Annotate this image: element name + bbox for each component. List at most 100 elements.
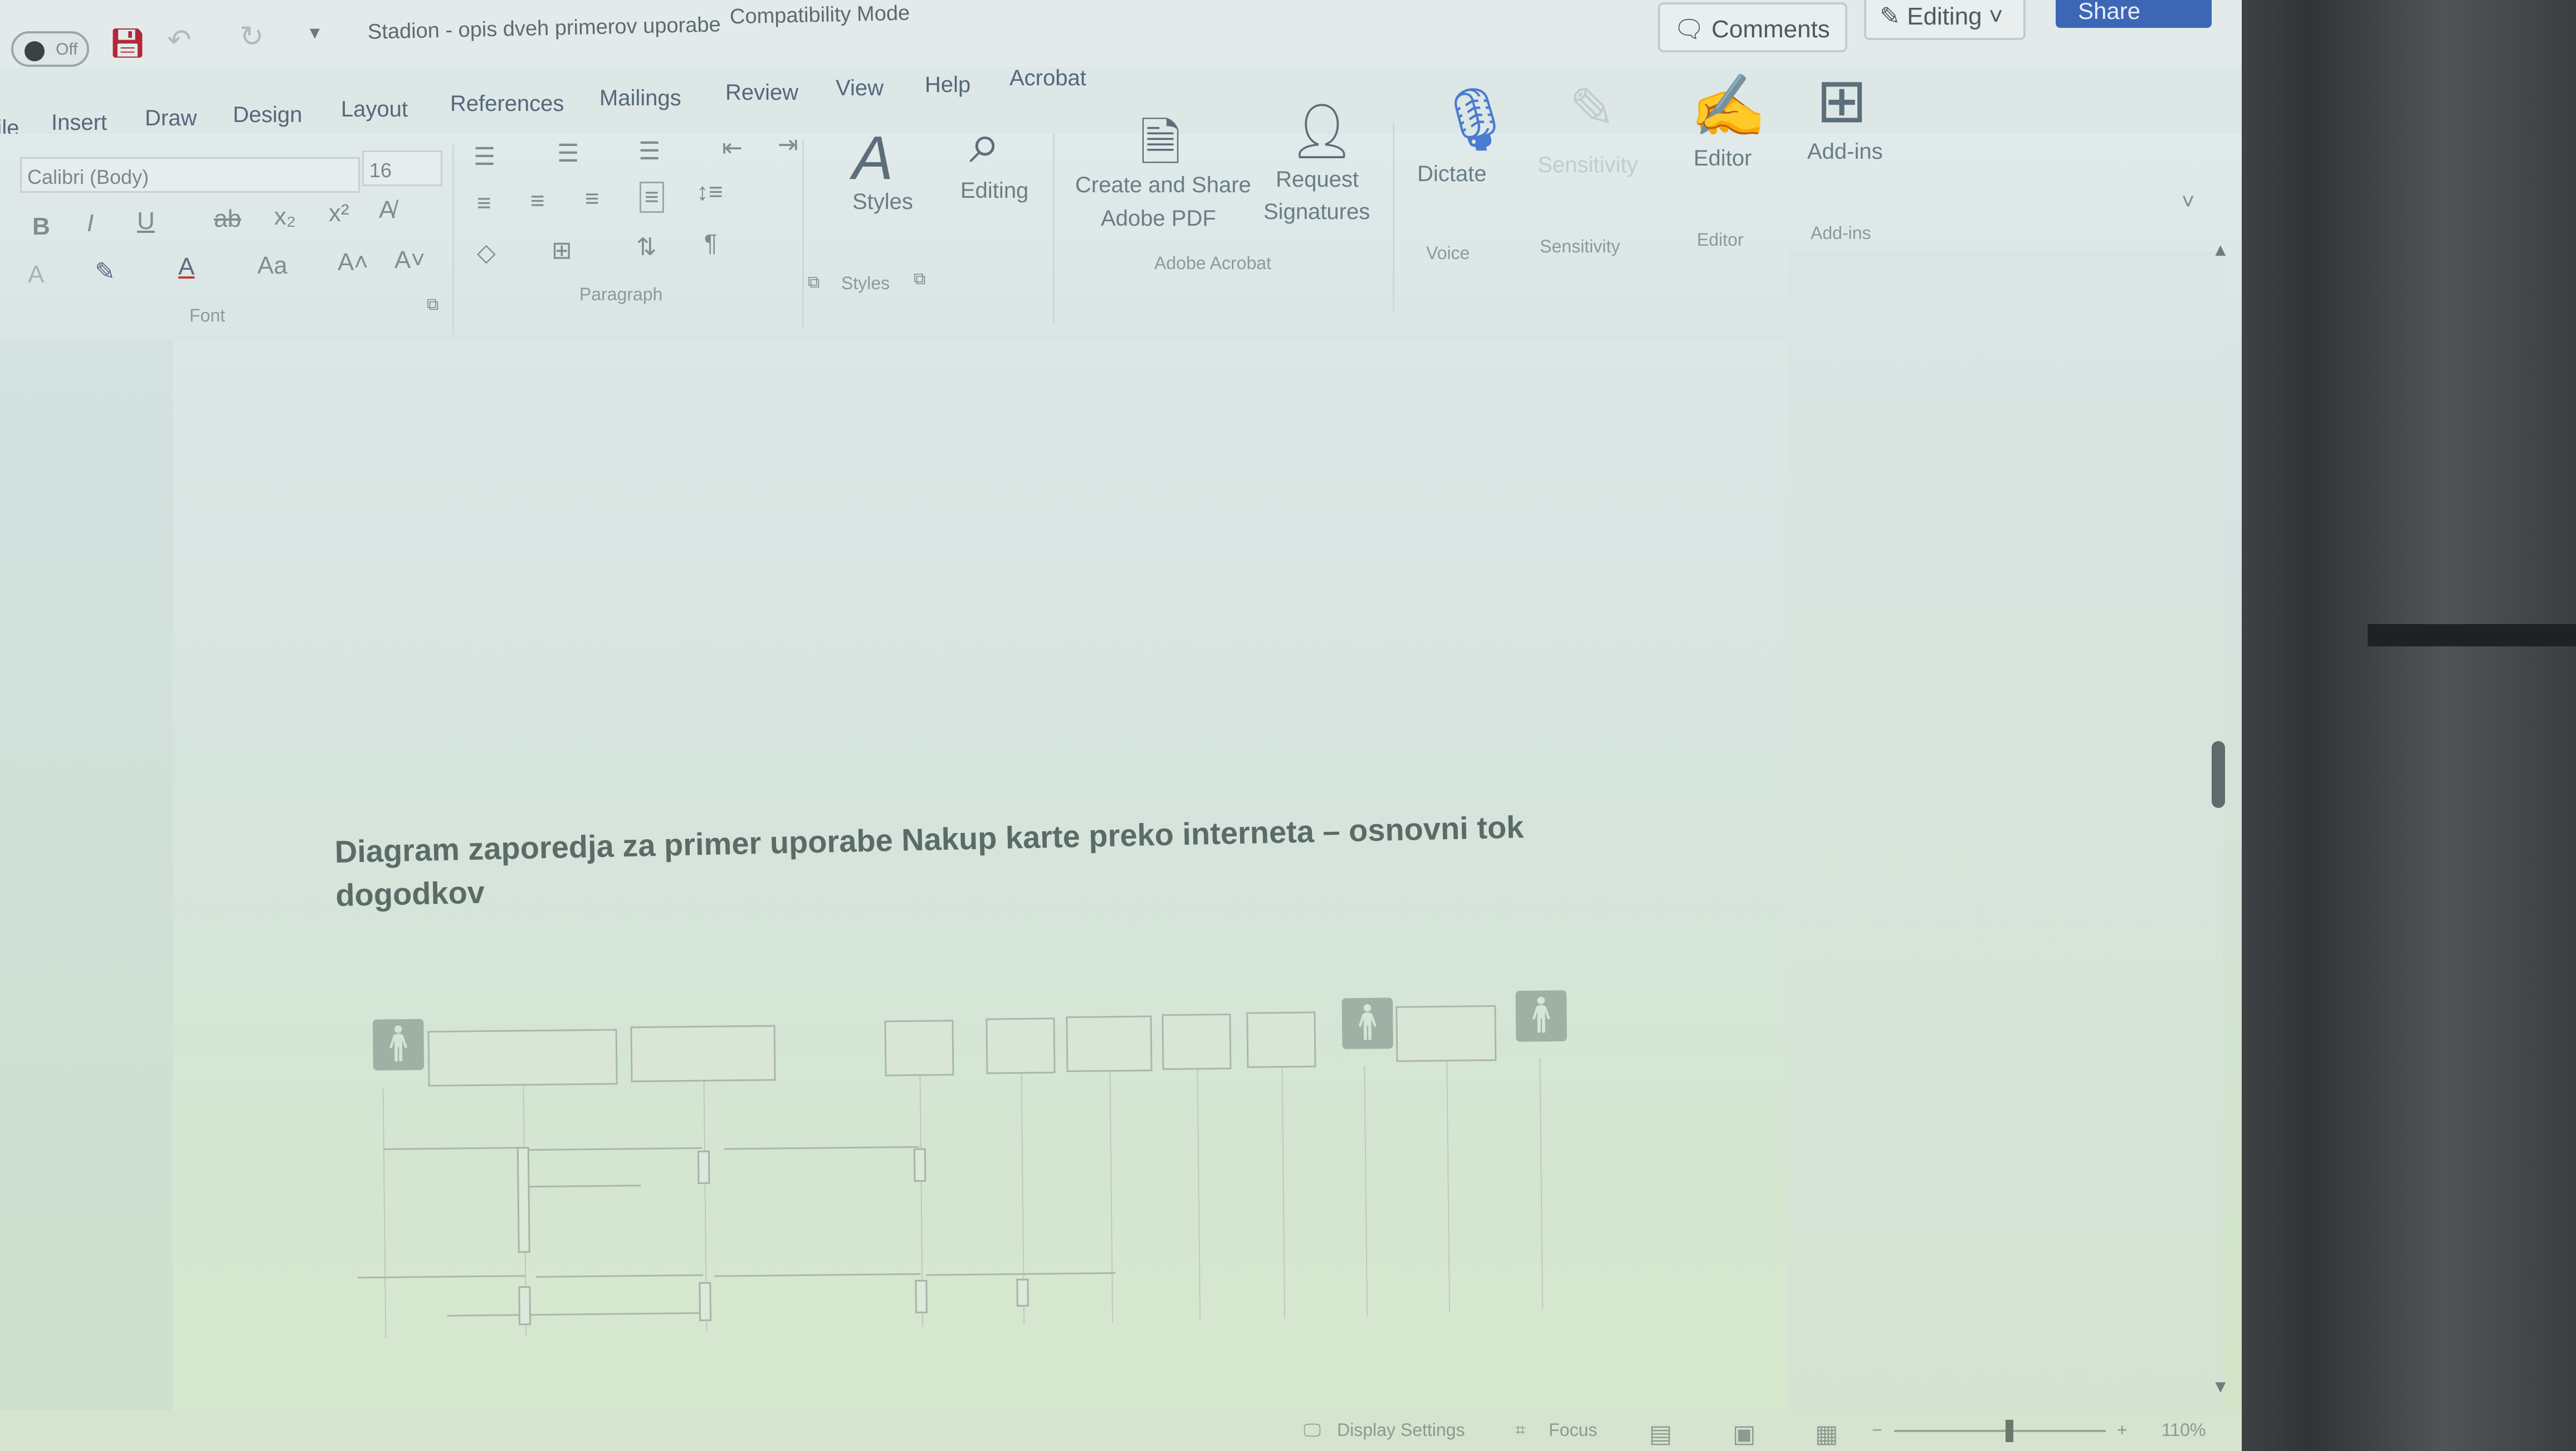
save-icon[interactable]: 💾︎: [109, 29, 146, 58]
align-center-icon[interactable]: ≡: [530, 187, 545, 215]
create-share-label-2[interactable]: Adobe PDF: [1101, 206, 1216, 231]
tab-view[interactable]: View: [836, 76, 884, 101]
scroll-down-icon[interactable]: ▼: [2212, 1376, 2229, 1397]
ribbon-collapse-chevron-icon[interactable]: ˅: [2182, 189, 2194, 215]
activation-bar: [1016, 1278, 1029, 1307]
separator: [1053, 134, 1055, 323]
vertical-scrollbar[interactable]: ▲ ▼: [2206, 240, 2234, 1421]
font-dialog-launcher-icon[interactable]: ⧉: [427, 295, 438, 314]
font-name-box[interactable]: Calibri (Body): [20, 157, 360, 193]
message-arrow: [529, 1185, 641, 1188]
tab-insert[interactable]: Insert: [51, 110, 107, 135]
bullets-icon[interactable]: ☰: [474, 143, 495, 171]
borders-icon[interactable]: ⊞: [552, 236, 572, 265]
styles-icon[interactable]: A: [852, 123, 893, 193]
sort-icon[interactable]: ⇅: [636, 233, 657, 261]
font-size-box[interactable]: 16: [362, 150, 442, 186]
editor-button-label[interactable]: Editor: [1694, 146, 1752, 171]
read-mode-icon[interactable]: ▤: [1649, 1420, 1672, 1448]
scroll-up-icon[interactable]: ▲: [2212, 240, 2229, 260]
message-arrow: [447, 1312, 704, 1317]
separator: [802, 139, 804, 329]
grow-font-icon[interactable]: A˄: [338, 249, 368, 276]
tab-design[interactable]: Design: [233, 103, 303, 128]
align-left-icon[interactable]: ≡: [477, 189, 491, 217]
shading-icon[interactable]: ◇: [477, 238, 496, 267]
tab-layout[interactable]: Layout: [341, 97, 408, 122]
word-window: Off 💾︎ ↶ ↻ ▾ Stadion - opis dveh primero…: [0, 0, 2242, 1451]
share-button[interactable]: Share: [2056, 0, 2212, 28]
web-layout-icon[interactable]: ▦: [1815, 1420, 1838, 1448]
numbering-icon[interactable]: ☰: [557, 139, 579, 168]
line-spacing-icon[interactable]: ↕≡: [696, 178, 723, 206]
add-ins-icon[interactable]: ⊞: [1816, 65, 1867, 136]
redo-icon[interactable]: ↻: [240, 22, 264, 51]
customize-qat-icon[interactable]: ▾: [310, 22, 320, 42]
create-share-label-1[interactable]: Create and Share: [1075, 173, 1251, 198]
right-margin: [1788, 251, 2223, 1451]
show-formatting-icon[interactable]: ¶: [704, 230, 718, 257]
styles-button-label[interactable]: Styles: [852, 189, 913, 215]
tab-help[interactable]: Help: [925, 72, 970, 98]
signature-icon[interactable]: 👤︎: [1288, 100, 1356, 163]
zoom-slider-thumb[interactable]: [2006, 1420, 2013, 1442]
highlight-icon[interactable]: ✎: [95, 257, 115, 286]
change-case-icon[interactable]: Aa: [257, 252, 287, 280]
tab-acrobat[interactable]: Acrobat: [1009, 66, 1086, 91]
actor-icon: 🚹︎: [1335, 995, 1400, 1052]
request-label-1[interactable]: Request: [1276, 167, 1359, 192]
zoom-in-icon[interactable]: +: [2117, 1420, 2128, 1440]
editing-mode-button[interactable]: ✎ Editing ˅: [1864, 0, 2026, 40]
clear-formatting-icon[interactable]: A̸: [379, 196, 395, 224]
underline-icon[interactable]: U: [137, 207, 155, 235]
request-label-2[interactable]: Signatures: [1263, 199, 1370, 225]
focus-icon[interactable]: ⌗: [1515, 1420, 1525, 1441]
align-right-icon[interactable]: ≡: [585, 185, 599, 213]
lifeline: [1446, 1061, 1451, 1312]
monitor-bezel: [2242, 0, 2576, 1451]
tab-review[interactable]: Review: [725, 80, 798, 105]
text-effects-icon[interactable]: A: [28, 261, 44, 289]
add-ins-button-label[interactable]: Add-ins: [1807, 139, 1883, 164]
print-layout-icon[interactable]: ▣: [1733, 1420, 1756, 1448]
group-font-label: Font: [189, 305, 226, 325]
decrease-indent-icon[interactable]: ⇤: [722, 134, 743, 162]
dictate-button-label[interactable]: Dictate: [1417, 162, 1487, 187]
microphone-icon[interactable]: 🎙︎: [1436, 84, 1514, 155]
message-arrow: [926, 1272, 1116, 1276]
tab-references[interactable]: References: [450, 91, 564, 116]
styles-dialog-launcher-icon[interactable]: ⧉: [914, 270, 925, 289]
group-paragraph-label: Paragraph: [579, 284, 663, 304]
display-settings-icon[interactable]: 🖵︎: [1304, 1420, 1321, 1441]
editing-button-label[interactable]: Editing: [960, 178, 1028, 203]
styles-pane-icon[interactable]: ⧉: [808, 273, 819, 292]
increase-indent-icon[interactable]: ⇥: [778, 130, 798, 159]
tab-draw[interactable]: Draw: [145, 106, 197, 131]
scrollbar-thumb[interactable]: [2212, 741, 2225, 808]
monitor-edge: [2368, 624, 2576, 646]
focus-label[interactable]: Focus: [1549, 1420, 1597, 1440]
comments-button[interactable]: 🗨︎ Comments: [1658, 2, 1847, 52]
superscript-icon[interactable]: x²: [329, 199, 349, 227]
zoom-slider[interactable]: [1894, 1430, 2106, 1432]
search-icon[interactable]: ⌕: [969, 111, 1001, 176]
justify-icon[interactable]: ≡: [640, 182, 664, 213]
activation-bar: [699, 1282, 712, 1321]
strikethrough-icon[interactable]: ab: [214, 205, 241, 233]
editor-icon[interactable]: ✍: [1690, 70, 1767, 142]
undo-icon[interactable]: ↶: [167, 26, 192, 55]
display-settings-label[interactable]: Display Settings: [1337, 1420, 1465, 1440]
status-bar: 🖵︎ Display Settings ⌗ Focus ▤ ▣ ▦ − + 11…: [0, 1410, 2242, 1451]
font-name-value: Calibri (Body): [27, 165, 149, 188]
zoom-out-icon[interactable]: −: [1872, 1420, 1882, 1440]
actor-icon: 🚹︎: [1509, 988, 1574, 1045]
shrink-font-icon[interactable]: A˅: [394, 246, 425, 274]
multilevel-list-icon[interactable]: ☰: [638, 137, 660, 165]
zoom-level[interactable]: 110%: [2162, 1420, 2206, 1440]
font-color-icon[interactable]: A: [178, 253, 194, 281]
group-voice-label: Voice: [1426, 243, 1470, 263]
italic-icon[interactable]: I: [87, 210, 94, 237]
subscript-icon[interactable]: x₂: [274, 203, 296, 231]
bold-icon[interactable]: B: [32, 213, 50, 241]
tab-mailings[interactable]: Mailings: [599, 86, 681, 111]
